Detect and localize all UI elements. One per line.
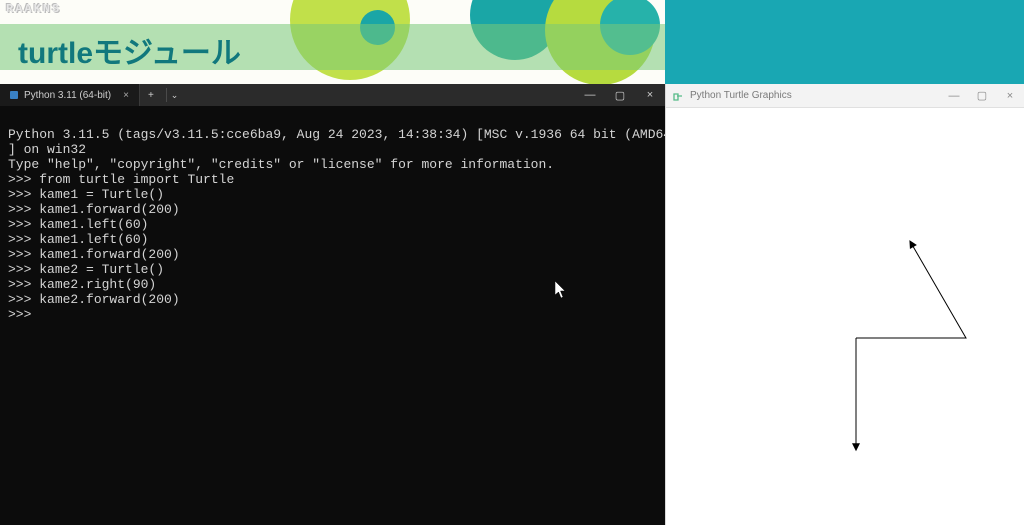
close-button[interactable]: × — [635, 89, 665, 101]
brand-logo: RAAKNS — [6, 2, 61, 16]
terminal-titlebar: Python 3.11 (64-bit) × + ⌄ — ▢ × — [0, 84, 665, 106]
header-right-strip — [665, 0, 1024, 84]
repl-line: >>> kame2.forward(200) — [8, 292, 180, 307]
separator — [166, 88, 167, 102]
lesson-header: RAAKNS turtleモジュール — [0, 0, 665, 84]
repl-line: >>> kame2 = Turtle() — [8, 262, 164, 277]
turtle-title-text: Python Turtle Graphics — [690, 90, 792, 101]
terminal-body[interactable]: Python 3.11.5 (tags/v3.11.5:cce6ba9, Aug… — [0, 106, 665, 525]
repl-line: >>> kame2.right(90) — [8, 277, 156, 292]
minimize-button[interactable]: — — [940, 90, 968, 102]
turtle-app-icon — [672, 90, 684, 102]
repl-prompt-empty: >>> — [8, 307, 39, 322]
python-icon — [10, 91, 18, 99]
turtle-graphics-window: Python Turtle Graphics — ▢ × — [665, 84, 1024, 525]
terminal-tab-label: Python 3.11 (64-bit) — [24, 90, 111, 101]
lesson-title: turtleモジュール — [18, 28, 241, 72]
turtle-canvas — [666, 108, 1024, 525]
mouse-cursor-icon — [555, 281, 567, 299]
minimize-button[interactable]: — — [575, 89, 605, 101]
repl-banner: Type "help", "copyright", "credits" or "… — [8, 157, 554, 172]
repl-line: >>> kame1.forward(200) — [8, 202, 180, 217]
repl-line: >>> kame1 = Turtle() — [8, 187, 164, 202]
maximize-button[interactable]: ▢ — [968, 89, 996, 102]
repl-line: >>> kame1.left(60) — [8, 217, 148, 232]
turtle-titlebar: Python Turtle Graphics — ▢ × — [666, 84, 1024, 108]
new-tab-button[interactable]: + — [140, 90, 162, 101]
maximize-button[interactable]: ▢ — [605, 89, 635, 102]
close-button[interactable]: × — [996, 90, 1024, 102]
terminal-window: Python 3.11 (64-bit) × + ⌄ — ▢ × Python … — [0, 84, 665, 525]
tab-dropdown-icon[interactable]: ⌄ — [171, 90, 179, 101]
repl-line: >>> from turtle import Turtle — [8, 172, 234, 187]
tab-close-icon[interactable]: × — [123, 90, 129, 101]
repl-banner: ] on win32 — [8, 142, 86, 157]
repl-line: >>> kame1.forward(200) — [8, 247, 180, 262]
terminal-tab[interactable]: Python 3.11 (64-bit) × — [0, 84, 140, 106]
repl-line: >>> kame1.left(60) — [8, 232, 148, 247]
repl-banner: Python 3.11.5 (tags/v3.11.5:cce6ba9, Aug… — [8, 127, 679, 142]
